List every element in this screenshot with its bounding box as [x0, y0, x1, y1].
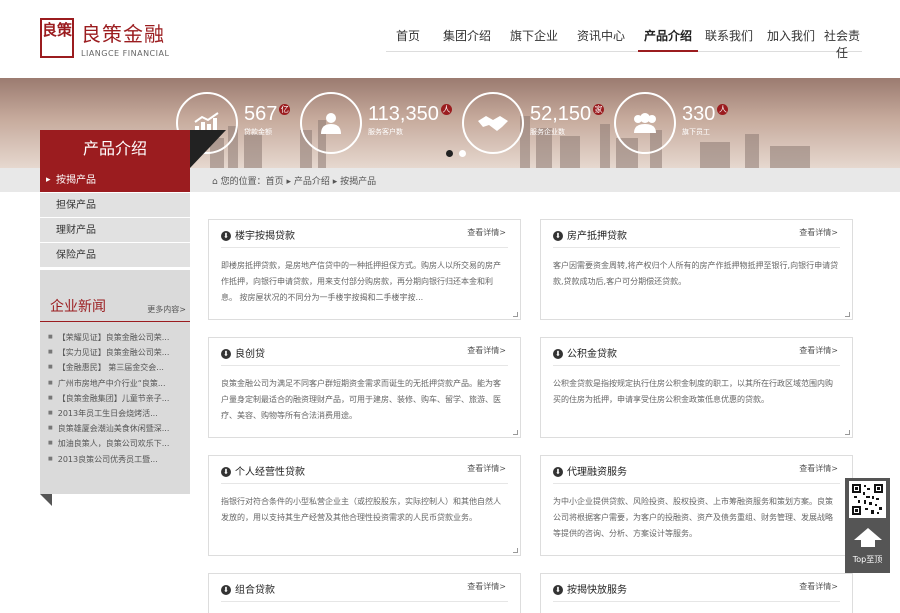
view-details-link[interactable]: 查看详情>: [467, 345, 506, 356]
card-description: 良策金融公司为满足不同客户群短期资金需求而诞生的无抵押贷款产品。能为客户量身定制…: [221, 379, 501, 420]
news-item[interactable]: 【荣耀见证】良策金融公司荣...: [48, 330, 190, 345]
card-description: 客户因需要资金周转,将产权归个人所有的房产作抵押物抵押至银行,向银行申请贷款,贷…: [553, 261, 839, 286]
logo-name: 良策金融: [81, 22, 165, 46]
product-card-provident-fund: 公积金贷款 查看详情> 公积金贷款是指按规定执行住房公积金制度的职工，以其所在行…: [540, 337, 853, 438]
home-icon: ⌂: [212, 177, 218, 187]
banner-dot[interactable]: [459, 150, 466, 157]
product-card-liangchuang: 良创贷 查看详情> 良策金融公司为满足不同客户群短期资金需求而诞生的无抵押贷款产…: [208, 337, 521, 438]
news-item[interactable]: 【良策金融集团】儿童节亲子...: [48, 391, 190, 406]
stat-enterprises: 52,150 家 服务企业数: [462, 92, 605, 154]
nav-subsidiaries[interactable]: 旗下企业: [504, 20, 564, 51]
sidebar-item-mortgage[interactable]: 按揭产品: [40, 168, 190, 193]
card-description: 为中小企业提供贷款、风险投资、股权投资、上市筹融资服务和策划方案。良策公司将根据…: [553, 497, 833, 538]
view-details-link[interactable]: 查看详情>: [799, 345, 838, 356]
stat-label: 贷款金额: [244, 128, 272, 136]
view-details-link[interactable]: 查看详情>: [467, 581, 506, 592]
stat-value: 330: [682, 103, 716, 125]
corner-icon: [845, 430, 850, 435]
person-icon: [300, 92, 362, 154]
card-title[interactable]: 公积金贷款: [553, 345, 617, 360]
corner-icon: [513, 430, 518, 435]
news-item[interactable]: 良策雄厦会潮汕美食休闲暨深...: [48, 421, 190, 436]
card-title[interactable]: 组合贷款: [221, 581, 275, 596]
stat-unit: 人: [717, 104, 729, 115]
stat-unit: 人: [440, 104, 452, 115]
nav-news-center[interactable]: 资讯中心: [564, 20, 638, 51]
breadcrumb: ⌂ 您的位置：首页 ▸ 产品介绍 ▸ 按揭产品: [212, 174, 376, 187]
site-header: 良策 良策金融 LIANGCE FINANCIAL 首页 集团介绍 旗下企业 资…: [0, 0, 900, 78]
stat-unit: 亿: [279, 104, 291, 115]
view-details-link[interactable]: 查看详情>: [799, 227, 838, 238]
stat-customers: 113,350 人 服务客户数: [300, 92, 452, 154]
card-title[interactable]: 个人经营性贷款: [221, 463, 305, 478]
news-item[interactable]: 2013年员工生日会烧烤活...: [48, 406, 190, 421]
breadcrumb-text[interactable]: 您的位置：首页 ▸ 产品介绍 ▸ 按揭产品: [221, 177, 376, 187]
product-card-fast-release: 按揭快放服务 查看详情>: [540, 573, 853, 613]
banner-pagination: [446, 150, 466, 157]
stat-value: 567: [244, 103, 278, 125]
nav-products[interactable]: 产品介绍: [638, 20, 698, 52]
sidebar-item-guarantee[interactable]: 担保产品: [40, 193, 190, 218]
logo-seal: 良策: [40, 18, 74, 58]
card-description: 指银行对符合条件的小型私营企业主（或控股股东，实际控制人）和其他自然人发放的，用…: [221, 497, 501, 522]
stat-value: 52,150: [530, 103, 592, 125]
card-description: 即楼房抵押贷款，是房地产信贷中的一种抵押担保方式。购房人以所交易的房产作抵押，向…: [221, 261, 501, 302]
qr-code-icon: [849, 481, 886, 518]
product-card-combination-loan: 组合贷款 查看详情>: [208, 573, 521, 613]
main-nav: 首页 集团介绍 旗下企业 资讯中心 产品介绍 联系我们 加入我们 社会责任: [386, 20, 862, 60]
product-card-business-loan: 个人经营性贷款 查看详情> 指银行对符合条件的小型私营企业主（或控股股东，实际控…: [208, 455, 521, 556]
card-title[interactable]: 按揭快放服务: [553, 581, 627, 596]
news-corner-decoration: [40, 494, 52, 506]
news-list: 【荣耀见证】良策金融公司荣... 【实力见证】良策金融公司荣... 【金融惠民】…: [40, 322, 190, 467]
news-item[interactable]: 【实力见证】良策金融公司荣...: [48, 345, 190, 360]
product-card-financing-service: 代理融资服务 查看详情> 为中小企业提供贷款、风险投资、股权投资、上市筹融资服务…: [540, 455, 853, 556]
news-panel: 企业新闻 更多内容> 【荣耀见证】良策金融公司荣... 【实力见证】良策金融公司…: [40, 270, 190, 494]
stat-label: 旗下员工: [682, 128, 710, 136]
stat-label: 服务企业数: [530, 128, 565, 136]
sidebar-menu: 按揭产品 担保产品 理财产品 保险产品: [40, 168, 190, 268]
banner-dot[interactable]: [446, 150, 453, 157]
nav-home[interactable]: 首页: [386, 20, 430, 51]
corner-icon: [513, 312, 518, 317]
nav-group-intro[interactable]: 集团介绍: [430, 20, 504, 51]
stat-value: 113,350: [368, 103, 439, 125]
view-details-link[interactable]: 查看详情>: [799, 463, 838, 474]
card-description: 公积金贷款是指按规定执行住房公积金制度的职工，以其所在行政区域范围内购买的住房为…: [553, 379, 833, 404]
news-item[interactable]: 加油良策人，良策公司欢乐下...: [48, 436, 190, 451]
card-title[interactable]: 楼宇按揭贷款: [221, 227, 295, 242]
view-details-link[interactable]: 查看详情>: [467, 227, 506, 238]
card-title[interactable]: 房产抵押贷款: [553, 227, 627, 242]
back-to-top-label[interactable]: Top至顶: [845, 554, 890, 565]
card-title[interactable]: 代理融资服务: [553, 463, 627, 478]
view-details-link[interactable]: 查看详情>: [467, 463, 506, 474]
corner-icon: [513, 548, 518, 553]
sidebar-title: 产品介绍: [40, 130, 190, 168]
view-details-link[interactable]: 查看详情>: [799, 581, 838, 592]
product-card-mortgage: 楼宇按揭贷款 查看详情> 即楼房抵押贷款，是房地产信贷中的一种抵押担保方式。购房…: [208, 219, 521, 320]
stat-unit: 家: [593, 104, 605, 115]
sidebar-item-insurance[interactable]: 保险产品: [40, 243, 190, 268]
handshake-icon: [462, 92, 524, 154]
news-item[interactable]: 2013良策公司优秀员工暨...: [48, 452, 190, 467]
news-title: 企业新闻: [50, 299, 106, 315]
news-item[interactable]: 广州市房地产中介行业“良策...: [48, 376, 190, 391]
news-item[interactable]: 【金融惠民】 第三届金交会...: [48, 360, 190, 375]
logo-english: LIANGCE FINANCIAL: [81, 49, 170, 58]
logo[interactable]: 良策 良策金融 LIANGCE FINANCIAL: [40, 18, 169, 58]
nav-social-responsibility[interactable]: 社会责任: [822, 20, 862, 60]
nav-contact[interactable]: 联系我们: [698, 20, 760, 51]
sidebar-corner-decoration: [190, 130, 226, 168]
group-icon: [614, 92, 676, 154]
news-more-link[interactable]: 更多内容>: [147, 304, 186, 315]
corner-icon: [845, 312, 850, 317]
back-to-top-widget[interactable]: Top至顶: [845, 478, 890, 573]
nav-join-us[interactable]: 加入我们: [760, 20, 822, 51]
stat-employees: 330 人 旗下员工: [614, 92, 729, 154]
product-card-property-loan: 房产抵押贷款 查看详情> 客户因需要资金周转,将产权归个人所有的房产作抵押物抵押…: [540, 219, 853, 320]
stat-label: 服务客户数: [368, 128, 403, 136]
card-title[interactable]: 良创贷: [221, 345, 265, 360]
sidebar-item-wealth[interactable]: 理财产品: [40, 218, 190, 243]
